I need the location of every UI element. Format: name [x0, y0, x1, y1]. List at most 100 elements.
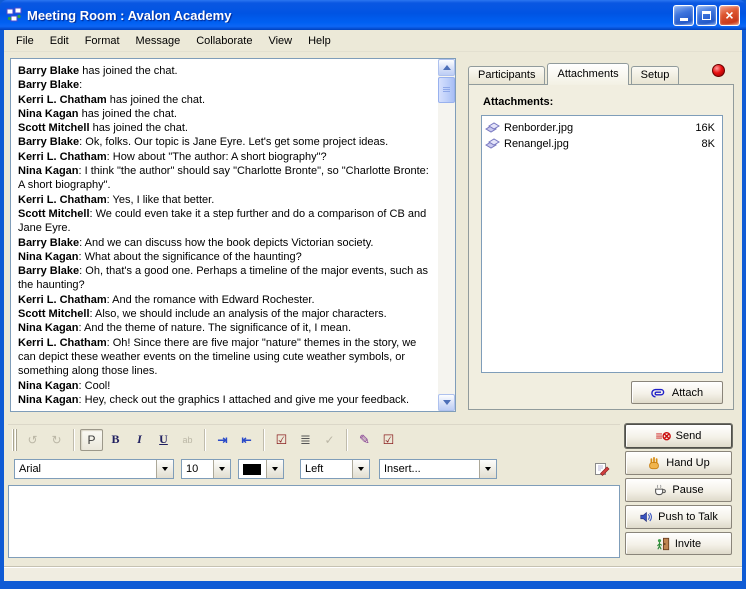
chat-message: Scott Mitchell has joined the chat. [18, 121, 434, 135]
add-annotation-button[interactable]: ✎ [353, 429, 376, 451]
dropdown-arrow-icon[interactable] [213, 460, 230, 478]
clear-check-button: ✓ [318, 429, 341, 451]
invite-button[interactable]: Invite [625, 532, 732, 555]
menu-item[interactable]: Message [128, 32, 189, 50]
chat-author: Nina Kagan [18, 108, 79, 120]
toolbar-separator [204, 429, 206, 451]
speaker-icon [639, 510, 653, 524]
chat-author: Scott Mitchell [18, 122, 90, 134]
redo-button: ↻ [45, 429, 68, 451]
chat-message: Kerri L. Chatham: How about "The author:… [18, 150, 434, 164]
attachments-listbox[interactable]: Renborder.jpg 16K Renangel.jpg 8K [481, 115, 723, 373]
toolbar-separator [73, 429, 75, 451]
status-bar [4, 566, 742, 581]
attachment-row[interactable]: Renborder.jpg 16K [485, 120, 719, 136]
chat-text: : Ok, folks. Our topic is Jane Eyre. Let… [79, 136, 388, 148]
push-to-talk-button[interactable]: Push to Talk [625, 505, 732, 529]
chat-text: : And the romance with Edward Rochester. [107, 294, 315, 306]
chat-text: : And the theme of nature. The significa… [79, 322, 352, 334]
tab-attachments[interactable]: Attachments [547, 63, 628, 85]
minimize-button[interactable] [673, 5, 694, 26]
menu-item[interactable]: View [260, 32, 300, 50]
titlebar[interactable]: Meeting Room : Avalon Academy × [0, 0, 746, 30]
dropdown-arrow-icon[interactable] [266, 460, 283, 478]
file-size: 16K [695, 122, 715, 134]
format-toolbar: ↺↻PBIUab⇥⇤☑≣✓✎☑ [8, 424, 620, 454]
bold-button[interactable]: B [104, 429, 127, 451]
scrollbar-down-button[interactable] [438, 394, 455, 411]
font-size-value: 10 [182, 463, 213, 475]
send-icon: ≡⊗ [656, 429, 671, 443]
close-button[interactable]: × [719, 5, 740, 26]
attach-button[interactable]: Attach [631, 381, 723, 404]
send-button[interactable]: ≡⊗ Send [625, 424, 732, 448]
chat-author: Barry Blake [18, 237, 79, 249]
dropdown-arrow-icon[interactable] [352, 460, 369, 478]
window-body: FileEditFormatMessageCollaborateViewHelp… [4, 30, 742, 581]
chat-author: Barry Blake [18, 65, 79, 77]
maximize-button[interactable] [696, 5, 717, 26]
chat-scrollbar[interactable] [438, 59, 455, 411]
indent-button[interactable]: ⇥ [211, 429, 234, 451]
chat-author: Kerri L. Chatham [18, 194, 107, 206]
chat-message: Nina Kagan has joined the chat. [18, 107, 434, 121]
chat-message: Nina Kagan: What about the significance … [18, 250, 434, 264]
select-check-button[interactable]: ☑ [270, 429, 293, 451]
panel-tabs: Participants Attachments Setup [468, 63, 681, 84]
chat-message: Nina Kagan: Cool! [18, 379, 434, 393]
message-input[interactable] [8, 485, 620, 558]
toolbar-separator [346, 429, 348, 451]
chat-text: has joined the chat. [90, 122, 188, 134]
pause-button[interactable]: Pause [625, 478, 732, 502]
menu-item[interactable]: Collaborate [188, 32, 260, 50]
underline-button[interactable]: U [152, 429, 175, 451]
scrollbar-up-button[interactable] [438, 59, 455, 76]
scrollbar-thumb[interactable] [438, 77, 455, 103]
text-color-select[interactable] [238, 459, 284, 479]
color-swatch [243, 464, 261, 475]
plain-button[interactable]: P [80, 429, 103, 451]
chat-author: Nina Kagan [18, 322, 79, 334]
arrow-down-icon [443, 400, 451, 405]
font-size-select[interactable]: 10 [181, 459, 231, 479]
italic-button[interactable]: I [128, 429, 151, 451]
chat-text: : What about the significance of the hau… [79, 251, 302, 263]
hand-up-button[interactable]: Hand Up [625, 451, 732, 475]
alignment-select[interactable]: Left [300, 459, 370, 479]
dropdown-arrow-icon[interactable] [156, 460, 173, 478]
chat-message: Nina Kagan: I think "the author" should … [18, 164, 434, 193]
file-icon [485, 137, 500, 151]
chat-author: Nina Kagan [18, 251, 79, 263]
chat-message: Kerri L. Chatham: And the romance with E… [18, 293, 434, 307]
window-title: Meeting Room : Avalon Academy [27, 8, 673, 23]
toolbar-separator [263, 429, 265, 451]
chat-message: Barry Blake: Ok, folks. Our topic is Jan… [18, 135, 434, 149]
sign-edit-icon[interactable] [594, 461, 610, 477]
menu-item[interactable]: Edit [42, 32, 77, 50]
tab-participants[interactable]: Participants [468, 66, 545, 84]
menu-item[interactable]: Help [300, 32, 339, 50]
toolbar-grip[interactable] [12, 429, 17, 451]
chat-text: : Also, we should include an analysis of… [90, 308, 387, 320]
font-family-select[interactable]: Arial [14, 459, 174, 479]
list-check-button[interactable]: ≣ [294, 429, 317, 451]
spell-check-button[interactable]: ☑ [377, 429, 400, 451]
insert-select[interactable]: Insert... [379, 459, 497, 479]
push-to-talk-label: Push to Talk [658, 511, 718, 523]
chat-author: Nina Kagan [18, 394, 79, 406]
arrow-up-icon [443, 65, 451, 70]
attach-label: Attach [672, 387, 703, 399]
attachment-row[interactable]: Renangel.jpg 8K [485, 136, 719, 152]
chat-author: Kerri L. Chatham [18, 94, 107, 106]
outdent-button[interactable]: ⇤ [235, 429, 258, 451]
chat-transcript-box: Barry Blake has joined the chat.Barry Bl… [10, 58, 456, 412]
chat-text: : Oh, that's a good one. Perhaps a timel… [18, 265, 428, 291]
chat-text: : And we can discuss how the book depict… [79, 237, 373, 249]
menu-item[interactable]: Format [77, 32, 128, 50]
font-toolbar: Arial 10 Left Insert... [8, 456, 620, 482]
tab-setup[interactable]: Setup [631, 66, 680, 84]
menu-item[interactable]: File [8, 32, 42, 50]
dropdown-arrow-icon[interactable] [479, 460, 496, 478]
chat-author: Kerri L. Chatham [18, 151, 107, 163]
menu-bar: FileEditFormatMessageCollaborateViewHelp [4, 30, 742, 52]
